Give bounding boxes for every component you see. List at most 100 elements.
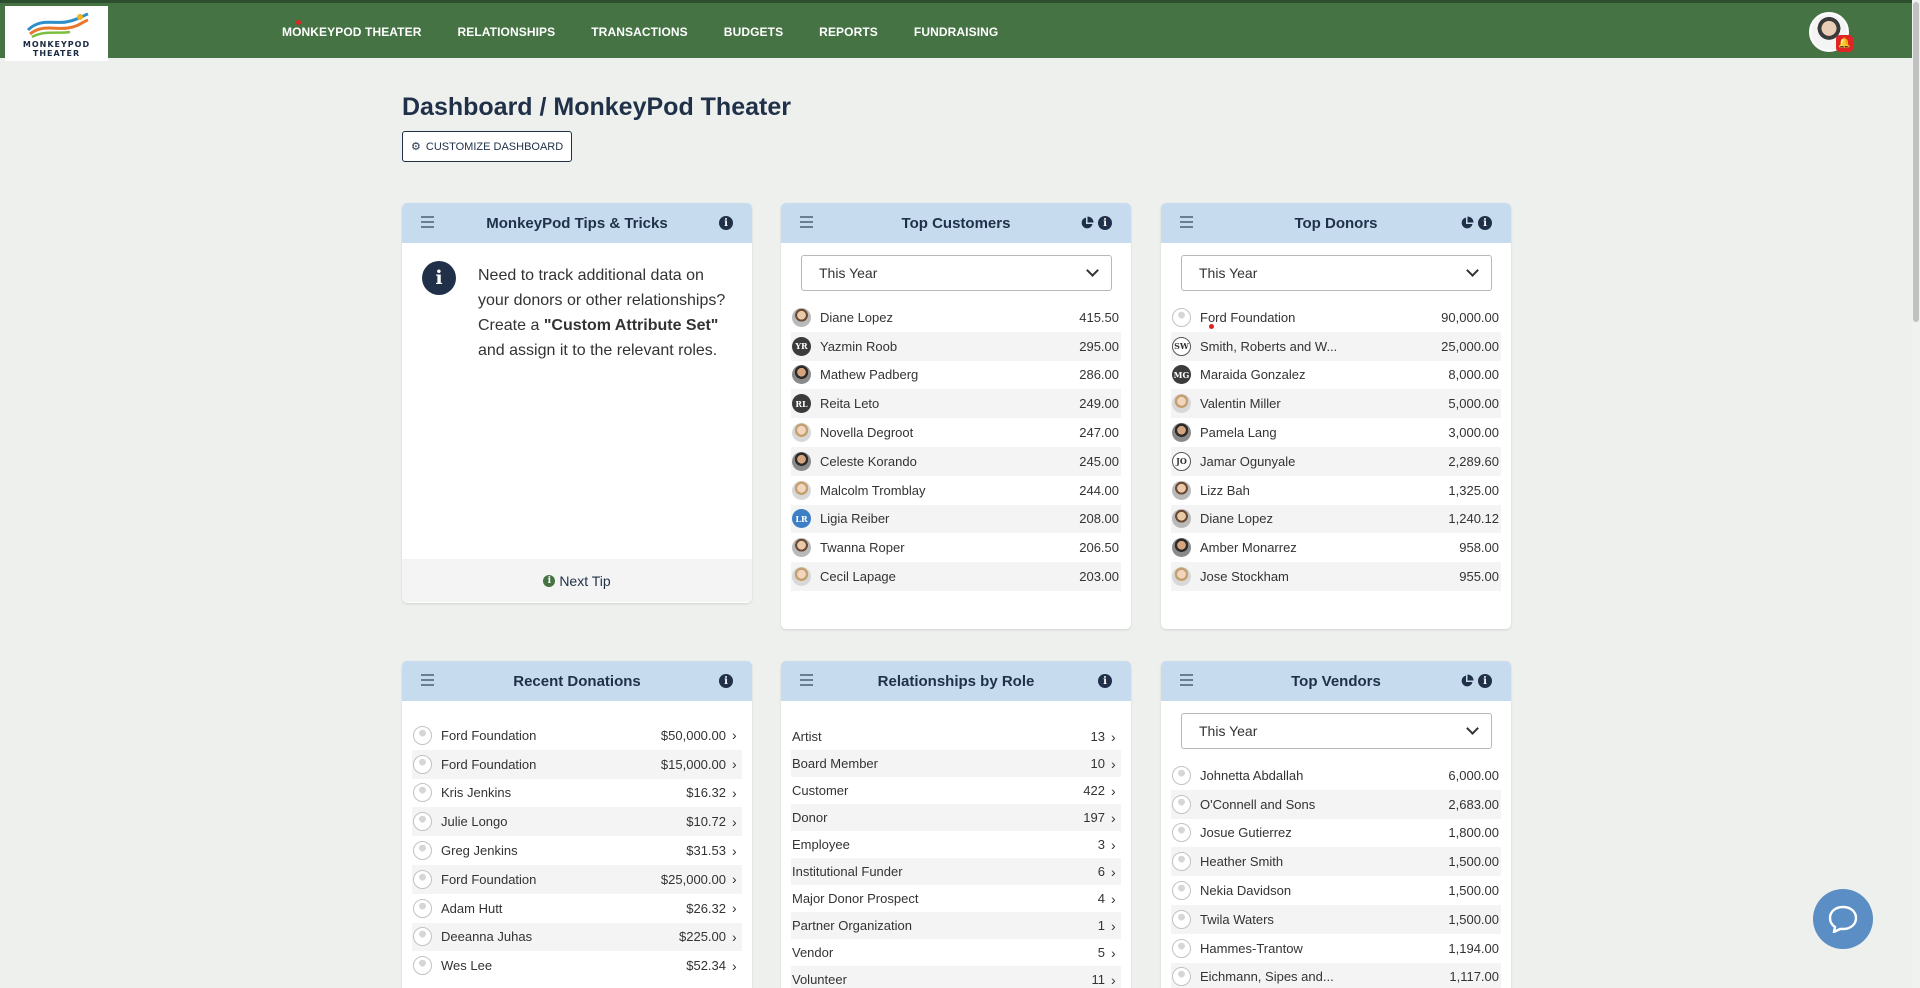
vendor-row[interactable]: O'Connell and Sons 2,683.00 <box>1171 789 1501 819</box>
customer-row[interactable]: Cecil Lapage 203.00 <box>791 562 1121 591</box>
nav-transactions[interactable]: TRANSACTIONS <box>591 25 688 39</box>
role-row[interactable]: Artist 13 › <box>791 723 1121 750</box>
chevron-right-icon: › <box>732 900 737 917</box>
pie-chart-icon[interactable] <box>1080 216 1094 230</box>
pie-chart-icon[interactable] <box>1460 674 1474 688</box>
chat-widget-button[interactable] <box>1813 889 1873 949</box>
donor-row[interactable]: Jose Stockham 955.00 <box>1171 562 1501 591</box>
customer-row[interactable]: Diane Lopez 415.50 <box>791 303 1121 332</box>
role-row[interactable]: Customer 422 › <box>791 777 1121 804</box>
donation-row[interactable]: Deeanna Juhas $225.00 › <box>412 922 742 952</box>
drag-handle-icon[interactable] <box>800 216 813 231</box>
nav-reports[interactable]: REPORTS <box>819 25 878 39</box>
page-scrollbar[interactable] <box>1912 0 1920 988</box>
item-value: 2,683.00 <box>1448 796 1499 812</box>
donors-list: Ford Foundation 90,000.00 SW Smith, Roberts… <box>1171 303 1501 591</box>
customize-dashboard-label: CUSTOMIZE DASHBOARD <box>425 140 564 153</box>
donation-row[interactable]: Adam Hutt $26.32 › <box>412 894 742 923</box>
customer-row[interactable]: Celeste Korando 245.00 <box>791 446 1121 476</box>
role-row[interactable]: Employee 3 › <box>791 831 1121 858</box>
customer-row[interactable]: Mathew Padberg 286.00 <box>791 361 1121 390</box>
donor-row[interactable]: JO Jamar Ogunyale 2,289.60 <box>1171 446 1501 476</box>
scrollbar-thumb[interactable] <box>1913 2 1919 322</box>
nav-monkeypod-theater[interactable]: MONKEYPOD THEATER <box>282 25 421 39</box>
chevron-right-icon: › <box>732 756 737 773</box>
nav-budgets[interactable]: BUDGETS <box>724 25 783 39</box>
avatar <box>1172 765 1191 785</box>
role-row[interactable]: Volunteer 11 › <box>791 966 1121 988</box>
nav-fundraising[interactable]: FUNDRAISING <box>914 25 998 39</box>
next-tip-button[interactable]: i Next Tip <box>402 559 752 602</box>
chevron-right-icon: › <box>1111 917 1116 934</box>
customer-row[interactable]: Malcolm Tromblay 244.00 <box>791 476 1121 505</box>
donor-row[interactable]: Ford Foundation 90,000.00 <box>1171 303 1501 332</box>
customer-row[interactable]: Twanna Roper 206.50 <box>791 533 1121 562</box>
info-icon[interactable]: i <box>719 674 733 688</box>
donation-row[interactable]: Julie Longo $10.72 › <box>412 807 742 837</box>
customer-row[interactable]: Novella Degroot 247.00 <box>791 418 1121 447</box>
item-name: Valentin Miller <box>1200 396 1281 412</box>
donation-row[interactable]: Ford Foundation $15,000.00 › <box>412 749 742 779</box>
vendor-row[interactable]: Eichmann, Sipes and... 1,117.00 <box>1171 962 1501 988</box>
brand-logo[interactable]: MONKEYPOD THEATER <box>5 6 108 61</box>
drag-handle-icon[interactable] <box>421 216 434 231</box>
donation-row[interactable]: Greg Jenkins $31.53 › <box>412 836 742 865</box>
item-value: 5,000.00 <box>1448 396 1499 412</box>
customers-period-select[interactable]: This Year <box>801 255 1112 291</box>
customer-row[interactable]: LR Ligia Reiber 208.00 <box>791 504 1121 534</box>
avatar: YR <box>792 336 811 356</box>
donor-row[interactable]: Pamela Lang 3,000.00 <box>1171 418 1501 447</box>
role-row[interactable]: Institutional Funder 6 › <box>791 858 1121 885</box>
vendor-row[interactable]: Hammes-Trantow 1,194.00 <box>1171 934 1501 963</box>
info-icon[interactable]: i <box>1098 674 1112 688</box>
info-icon[interactable]: i <box>1478 216 1492 230</box>
donor-row[interactable]: Diane Lopez 1,240.12 <box>1171 504 1501 534</box>
customer-row[interactable]: YR Yazmin Roob 295.00 <box>791 331 1121 361</box>
avatar <box>413 841 432 861</box>
vendor-row[interactable]: Heather Smith 1,500.00 <box>1171 847 1501 877</box>
chevron-down-icon <box>1466 722 1479 735</box>
customize-dashboard-button[interactable]: ⚙ CUSTOMIZE DASHBOARD <box>402 131 573 162</box>
item-value: 249.00 <box>1079 396 1119 412</box>
vendor-row[interactable]: Josue Gutierrez 1,800.00 <box>1171 819 1501 848</box>
donor-row[interactable]: MG Maraida Gonzalez 8,000.00 <box>1171 361 1501 390</box>
drag-handle-icon[interactable] <box>421 674 434 689</box>
vendors-period-select[interactable]: This Year <box>1181 713 1492 749</box>
donation-row[interactable]: Ford Foundation $25,000.00 › <box>412 864 742 894</box>
relationships-by-role-header: Relationships by Role i <box>781 661 1131 701</box>
role-row[interactable]: Board Member 10 › <box>791 750 1121 777</box>
donor-row[interactable]: Amber Monarrez 958.00 <box>1171 533 1501 562</box>
donor-row[interactable]: Valentin Miller 5,000.00 <box>1171 389 1501 419</box>
item-value: $52.34 <box>686 958 726 974</box>
item-name: Employee <box>792 837 850 852</box>
item-value: 5 <box>1097 945 1105 960</box>
role-row[interactable]: Vendor 5 › <box>791 939 1121 966</box>
notification-bell-icon[interactable]: 🔔 <box>1836 35 1853 52</box>
item-value: 1,500.00 <box>1448 911 1499 927</box>
pie-chart-icon[interactable] <box>1460 216 1474 230</box>
role-row[interactable]: Donor 197 › <box>791 804 1121 831</box>
donor-row[interactable]: Lizz Bah 1,325.00 <box>1171 476 1501 505</box>
drag-handle-icon[interactable] <box>1180 674 1193 689</box>
donation-row[interactable]: Wes Lee $52.34 › <box>412 951 742 980</box>
role-row[interactable]: Partner Organization 1 › <box>791 912 1121 939</box>
donors-period-select[interactable]: This Year <box>1181 255 1492 291</box>
info-icon[interactable]: i <box>1098 216 1112 230</box>
nav-relationships[interactable]: RELATIONSHIPS <box>457 25 555 39</box>
user-avatar[interactable]: 🔔 <box>1809 12 1853 52</box>
vendor-row[interactable]: Twila Waters 1,500.00 <box>1171 904 1501 934</box>
info-icon[interactable]: i <box>1478 674 1492 688</box>
chevron-right-icon: › <box>732 957 737 974</box>
customer-row[interactable]: RL Reita Leto 249.00 <box>791 389 1121 419</box>
drag-handle-icon[interactable] <box>800 674 813 689</box>
item-value: 422 <box>1083 783 1105 798</box>
donation-row[interactable]: Kris Jenkins $16.32 › <box>412 779 742 808</box>
item-name: Pamela Lang <box>1200 425 1277 441</box>
donation-row[interactable]: Ford Foundation $50,000.00 › <box>412 721 742 750</box>
role-row[interactable]: Major Donor Prospect 4 › <box>791 885 1121 912</box>
vendor-row[interactable]: Johnetta Abdallah 6,000.00 <box>1171 761 1501 790</box>
vendor-row[interactable]: Nekia Davidson 1,500.00 <box>1171 876 1501 905</box>
info-icon[interactable]: i <box>719 216 733 230</box>
drag-handle-icon[interactable] <box>1180 216 1193 231</box>
donor-row[interactable]: SW Smith, Roberts and W... 25,000.00 <box>1171 331 1501 361</box>
